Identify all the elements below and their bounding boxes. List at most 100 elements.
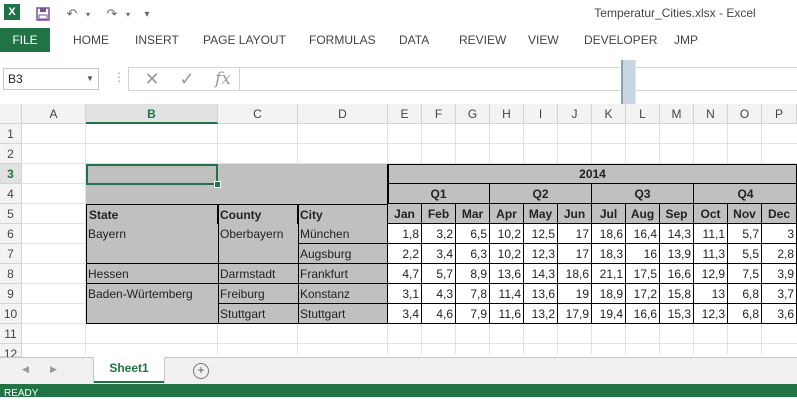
cell-value[interactable]: 1,8 [388,224,422,244]
cell-value[interactable]: 3,1 [388,284,422,304]
quarter-q4[interactable]: Q4 [694,184,797,204]
row-header-11[interactable]: 11 [0,324,22,344]
cell-county[interactable]: Stuttgart [218,304,298,324]
cell-city[interactable]: Augsburg [298,244,388,264]
cell-county[interactable] [218,244,298,264]
year-label[interactable]: 2014 [388,164,797,184]
cell-value[interactable]: 17 [558,224,592,244]
tab-page-layout[interactable]: PAGE LAYOUT [203,28,286,52]
cell-value[interactable]: 14,3 [660,224,694,244]
column-header-b[interactable]: B [86,104,218,124]
cell-value[interactable]: 7,9 [456,304,490,324]
cell-state[interactable]: Baden-Würtemberg [86,284,218,304]
cell-value[interactable]: 10,2 [490,244,524,264]
cell-value[interactable]: 3,6 [762,304,797,324]
column-header-k[interactable]: K [592,104,626,124]
redo-dropdown-icon[interactable]: ▾ [122,4,134,24]
row-header-6[interactable]: 6 [0,224,22,244]
row-header-4[interactable]: 4 [0,184,22,204]
column-header-a[interactable]: A [22,104,86,124]
column-header-l[interactable]: L [626,104,660,124]
cell-state[interactable]: Hessen [86,264,218,284]
cell-value[interactable]: 16 [626,244,660,264]
cell-value[interactable]: 16,4 [626,224,660,244]
column-header-c[interactable]: C [218,104,298,124]
month-header-jan[interactable]: Jan [388,204,422,224]
quarter-q3[interactable]: Q3 [592,184,694,204]
column-header-j[interactable]: J [558,104,592,124]
month-header-oct[interactable]: Oct [694,204,728,224]
cell-county[interactable]: Freiburg [218,284,298,304]
cell-value[interactable]: 7,5 [728,264,762,284]
month-header-nov[interactable]: Nov [728,204,762,224]
cell-value[interactable]: 12,5 [524,224,558,244]
cell-value[interactable]: 18,6 [558,264,592,284]
cell-value[interactable]: 6,8 [728,304,762,324]
cell-value[interactable]: 12,9 [694,264,728,284]
row-header-1[interactable]: 1 [0,124,22,144]
cell-value[interactable]: 17,5 [626,264,660,284]
cell-value[interactable]: 4,7 [388,264,422,284]
column-header-o[interactable]: O [728,104,762,124]
redo-icon[interactable]: ↷ [102,4,122,24]
cell-value[interactable]: 3,2 [422,224,456,244]
cell-value[interactable]: 15,3 [660,304,694,324]
cell-value[interactable]: 6,8 [728,284,762,304]
undo-icon[interactable]: ↶ [62,4,82,24]
cell-value[interactable]: 17 [558,244,592,264]
cell-state[interactable]: Bayern [86,224,218,244]
cell-value[interactable]: 18,9 [592,284,626,304]
cell-value[interactable]: 11,4 [490,284,524,304]
cell-value[interactable]: 13,2 [524,304,558,324]
save-icon[interactable] [34,4,52,24]
month-header-aug[interactable]: Aug [626,204,660,224]
month-header-jul[interactable]: Jul [592,204,626,224]
row-header-3[interactable]: 3 [0,164,22,184]
month-header-dec[interactable]: Dec [762,204,797,224]
cell-state[interactable] [86,304,218,324]
cell-value[interactable]: 6,3 [456,244,490,264]
tab-jmp[interactable]: JMP [674,28,698,52]
formula-bar-resize-handle[interactable] [621,60,636,104]
cell-value[interactable]: 8,9 [456,264,490,284]
column-header-g[interactable]: G [456,104,490,124]
fill-handle[interactable] [214,181,221,188]
cell-value[interactable]: 3,7 [762,284,797,304]
cell-value[interactable]: 3 [762,224,797,244]
tab-developer[interactable]: DEVELOPER [584,28,657,52]
header-city[interactable]: City [298,204,388,224]
select-all-corner[interactable] [0,104,22,124]
sheet-tab-sheet1[interactable]: Sheet1 [94,357,164,383]
column-header-h[interactable]: H [490,104,524,124]
cell-value[interactable]: 2,2 [388,244,422,264]
cell-value[interactable]: 21,1 [592,264,626,284]
cell-value[interactable]: 11,1 [694,224,728,244]
cell-value[interactable]: 10,2 [490,224,524,244]
cell-value[interactable]: 19,4 [592,304,626,324]
row-header-10[interactable]: 10 [0,304,22,324]
cell-value[interactable]: 3,9 [762,264,797,284]
cell-city[interactable]: München [298,224,388,244]
cell-value[interactable]: 12,3 [524,244,558,264]
row-header-9[interactable]: 9 [0,284,22,304]
formula-input[interactable] [240,67,797,91]
selected-cell-b3[interactable] [86,164,218,185]
cancel-icon[interactable]: ✕ [137,68,167,90]
cell-value[interactable]: 13,6 [524,284,558,304]
cell-value[interactable]: 17,2 [626,284,660,304]
row-header-8[interactable]: 8 [0,264,22,284]
cell-value[interactable]: 4,3 [422,284,456,304]
cell-value[interactable]: 18,3 [592,244,626,264]
cell-value[interactable]: 7,8 [456,284,490,304]
customize-toolbar-icon[interactable]: ▾ [140,4,154,24]
row-header-7[interactable]: 7 [0,244,22,264]
cell-value[interactable]: 4,6 [422,304,456,324]
cell-value[interactable]: 3,4 [388,304,422,324]
column-header-n[interactable]: N [694,104,728,124]
cell-value[interactable]: 18,6 [592,224,626,244]
header-state[interactable]: State [86,204,218,224]
cell-value[interactable]: 5,7 [422,264,456,284]
cell-value[interactable]: 17,9 [558,304,592,324]
month-header-apr[interactable]: Apr [490,204,524,224]
cell-value[interactable]: 5,7 [728,224,762,244]
